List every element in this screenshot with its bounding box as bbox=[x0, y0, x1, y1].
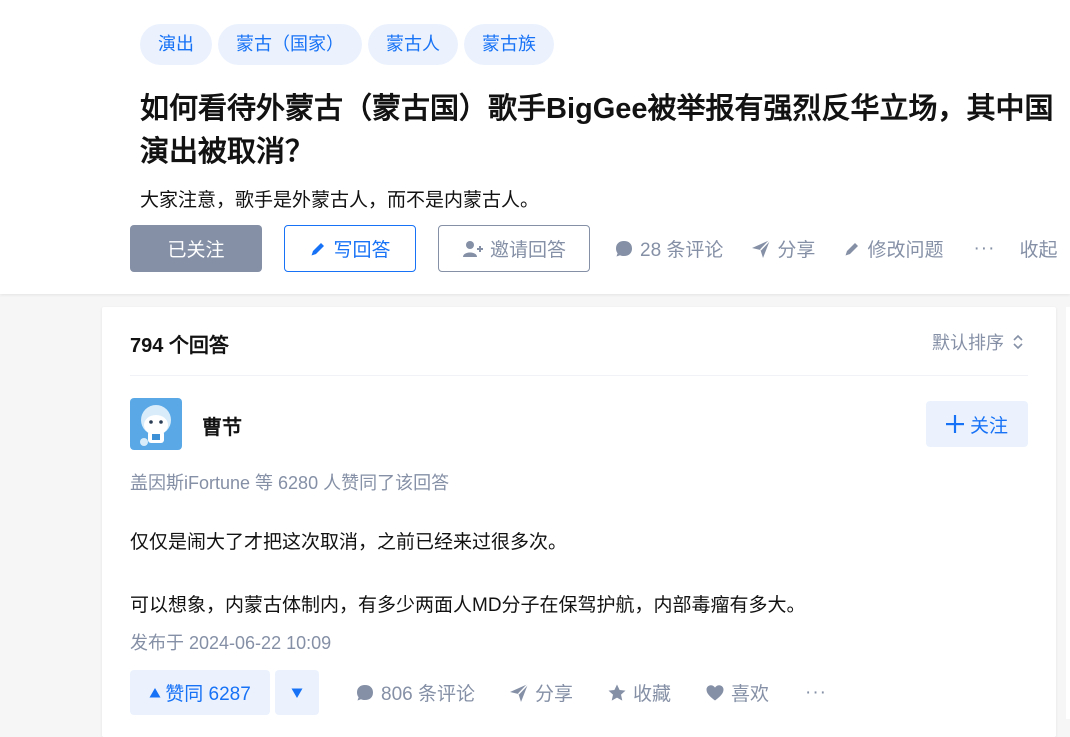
question-actions: 已关注 写回答 邀请回答 28 条评论 分享 修改问题 ··· 收起 bbox=[130, 225, 1070, 272]
write-answer-label: 写回答 bbox=[333, 240, 391, 261]
follow-author-label: 关注 bbox=[969, 415, 1008, 437]
answer-more-button[interactable]: ··· bbox=[805, 682, 827, 704]
triangle-up-icon bbox=[149, 687, 161, 699]
answer-list-header: 794 个回答 默认排序 bbox=[130, 307, 1028, 376]
adjacent-panel-edge bbox=[1066, 307, 1070, 719]
collapse-label: 收起 bbox=[1019, 240, 1058, 261]
sort-label: 默认排序 bbox=[932, 333, 1004, 353]
invite-answer-button[interactable]: 邀请回答 bbox=[438, 225, 590, 272]
downvote-button[interactable] bbox=[275, 670, 319, 715]
question-header: 演出 蒙古（国家） 蒙古人 蒙古族 如何看待外蒙古（蒙古国）歌手BigGee被举… bbox=[0, 0, 1070, 294]
question-share-label: 分享 bbox=[777, 240, 816, 261]
answer-paragraph: 可以想象，内蒙古体制内，有多少两面人MD分子在保驾护航，内部毒瘤有多大。 bbox=[130, 595, 806, 616]
question-title: 如何看待外蒙古（蒙古国）歌手BigGee被举报有强烈反华立场，其中国演出被取消？ bbox=[140, 93, 1054, 168]
publish-time[interactable]: 发布于 2024-06-22 10:09 bbox=[130, 629, 331, 655]
edit-question-label: 修改问题 bbox=[867, 240, 944, 261]
author-row: 曹节 关注 bbox=[130, 398, 1028, 450]
like-button[interactable]: 喜欢 bbox=[705, 679, 769, 706]
collect-button[interactable]: 收藏 bbox=[607, 679, 671, 706]
paper-plane-icon bbox=[509, 682, 529, 703]
topic-tag-mongolian-people[interactable]: 蒙古人 bbox=[368, 24, 458, 65]
plus-icon bbox=[945, 415, 964, 433]
edit-question-button[interactable]: 修改问题 bbox=[843, 235, 943, 262]
collapse-button[interactable]: 收起 bbox=[1019, 235, 1057, 262]
answer-share-button[interactable]: 分享 bbox=[509, 679, 573, 706]
followed-button[interactable]: 已关注 bbox=[130, 225, 262, 272]
collect-label: 收藏 bbox=[633, 684, 672, 705]
comment-bubble-icon bbox=[355, 683, 375, 703]
star-icon bbox=[607, 683, 627, 703]
follow-author-button[interactable]: 关注 bbox=[926, 401, 1028, 447]
voters-line[interactable]: 盖因斯iFortune 等 6280 人赞同了该回答 bbox=[130, 469, 449, 495]
answer-count: 794 个回答 bbox=[130, 335, 229, 357]
question-detail: 大家注意，歌手是外蒙古人，而不是内蒙古人。 bbox=[140, 190, 540, 211]
question-comments-button[interactable]: 28 条评论 bbox=[614, 235, 723, 262]
answer-card: 794 个回答 默认排序 曹节 关注 盖因斯iFortune 等 6280 人赞… bbox=[102, 307, 1056, 737]
heart-icon bbox=[705, 683, 725, 703]
question-share-button[interactable]: 分享 bbox=[751, 235, 815, 262]
topic-list: 演出 蒙古（国家） 蒙古人 蒙古族 bbox=[140, 24, 554, 65]
pencil-icon bbox=[843, 240, 861, 258]
up-down-chevron-icon bbox=[1012, 333, 1024, 351]
answer-actions: 赞同 6287 806 条评论 分享 收藏 喜欢 ··· bbox=[130, 670, 1028, 715]
topic-tag-mongol-ethnic[interactable]: 蒙古族 bbox=[464, 24, 554, 65]
write-answer-button[interactable]: 写回答 bbox=[284, 225, 416, 272]
upvote-label: 赞同 6287 bbox=[165, 684, 251, 705]
invite-answer-label: 邀请回答 bbox=[489, 240, 566, 261]
sort-select[interactable]: 默认排序 bbox=[932, 329, 1024, 355]
answer-comments-button[interactable]: 806 条评论 bbox=[355, 679, 475, 706]
question-comments-label: 28 条评论 bbox=[640, 240, 724, 261]
comment-bubble-icon bbox=[614, 239, 634, 259]
followed-label: 已关注 bbox=[167, 240, 225, 261]
more-label: ··· bbox=[805, 681, 828, 703]
add-user-icon bbox=[462, 239, 484, 259]
author-name[interactable]: 曹节 bbox=[202, 411, 242, 440]
question-more-button[interactable]: ··· bbox=[973, 238, 995, 260]
upvote-button[interactable]: 赞同 6287 bbox=[130, 670, 270, 715]
pencil-icon bbox=[309, 240, 327, 258]
like-label: 喜欢 bbox=[731, 684, 770, 705]
triangle-down-icon bbox=[291, 687, 303, 699]
avatar[interactable] bbox=[130, 398, 182, 450]
answer-share-label: 分享 bbox=[534, 684, 573, 705]
paper-plane-icon bbox=[751, 238, 771, 259]
more-label: ··· bbox=[973, 237, 996, 259]
answer-comments-label: 806 条评论 bbox=[381, 684, 475, 705]
topic-tag-mongolia-country[interactable]: 蒙古（国家） bbox=[218, 24, 362, 65]
topic-tag-yanchu[interactable]: 演出 bbox=[140, 24, 212, 65]
answer-paragraph: 仅仅是闹大了才把这次取消，之前已经来过很多次。 bbox=[130, 532, 568, 553]
